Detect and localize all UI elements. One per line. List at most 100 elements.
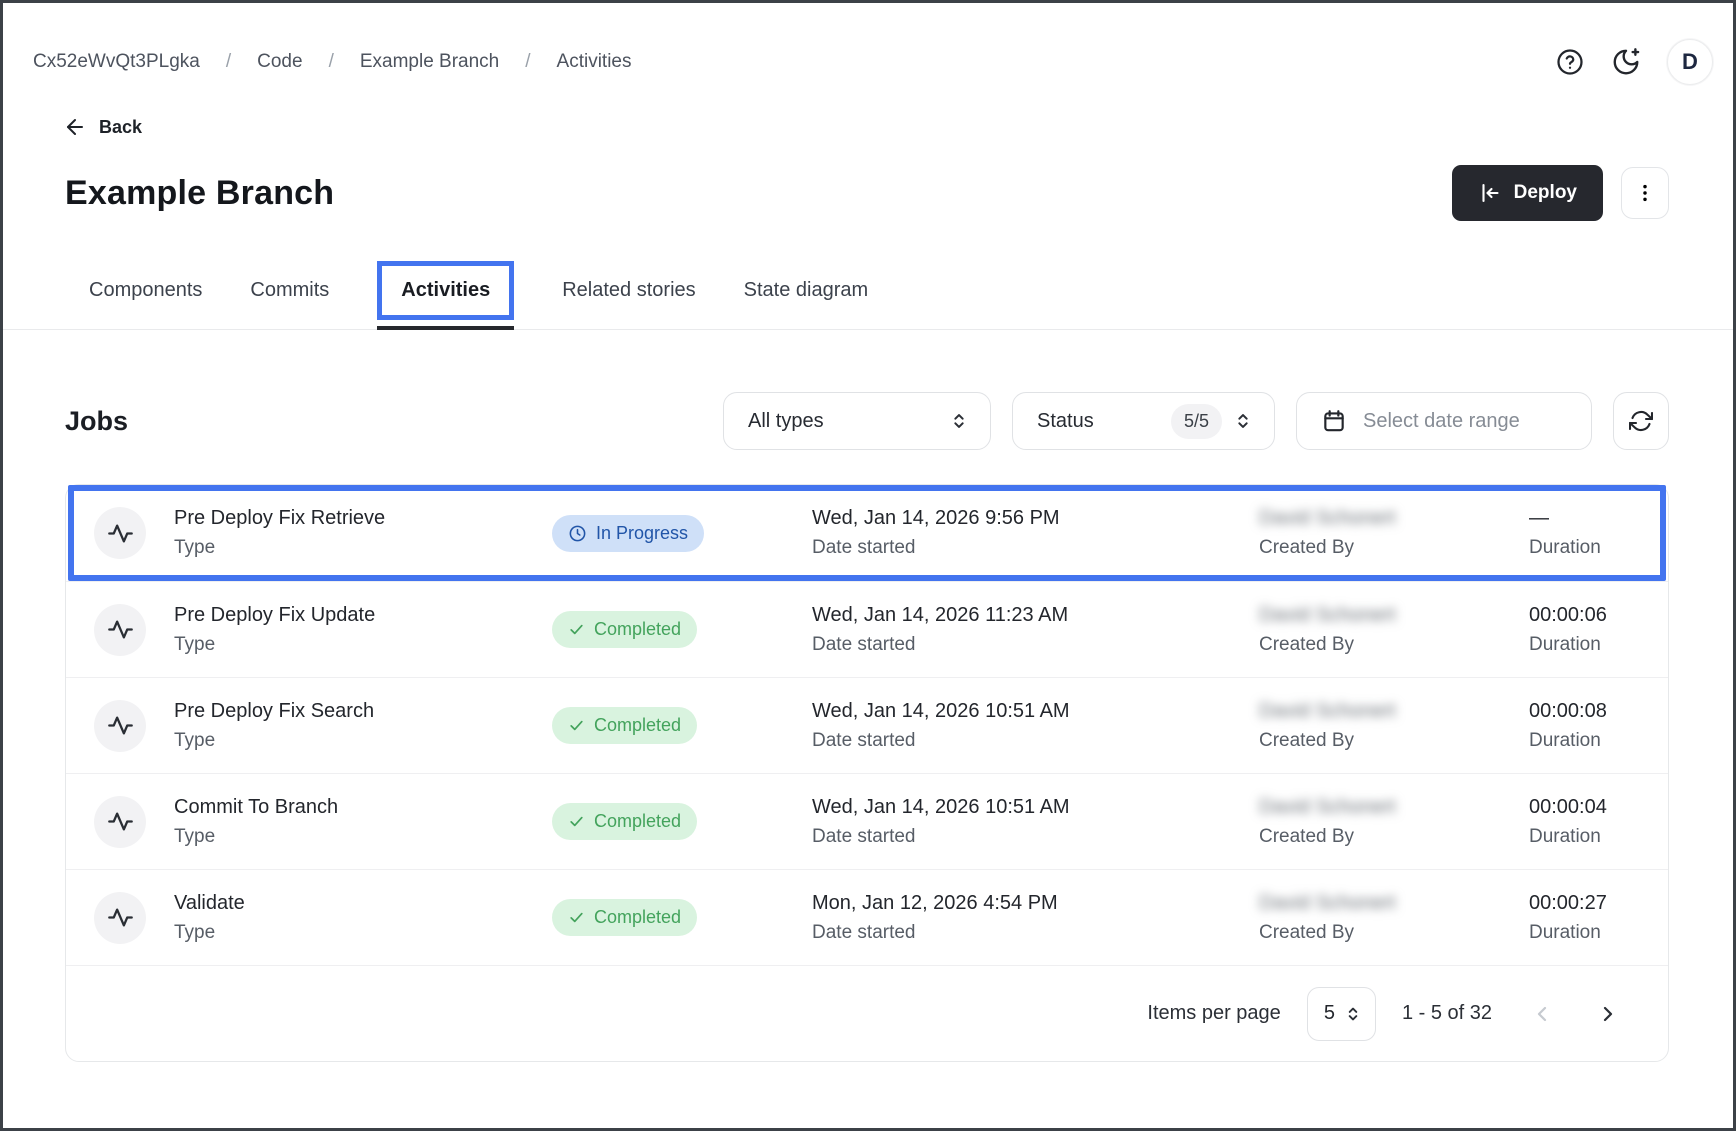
title-row: Example Branch Deploy [65,165,1669,221]
tab-commits[interactable]: Commits [250,251,329,329]
job-name: Pre Deploy Fix Update [174,604,552,627]
status-text: In Progress [596,523,688,544]
status-filter-select[interactable]: Status 5/5 [1012,392,1275,450]
created-by-value-blurred: David Schonert [1259,700,1529,723]
status-badge: In Progress [552,515,704,552]
status-badge: Completed [552,707,697,744]
activity-icon [94,700,146,752]
job-name-cell: Validate Type [174,892,552,944]
job-date-cell: Wed, Jan 14, 2026 9:56 PM Date started [812,507,1259,559]
job-creator-cell: David Schonert Created By [1259,604,1529,656]
duration-label: Duration [1529,922,1640,944]
job-duration-cell: 00:00:08 Duration [1529,700,1640,752]
tab-components[interactable]: Components [89,251,202,329]
job-row-commit-to-branch[interactable]: Commit To Branch Type Completed Wed, Jan… [66,773,1668,869]
date-range-placeholder: Select date range [1363,410,1571,433]
job-name-cell: Pre Deploy Fix Update Type [174,604,552,656]
job-row-pre-deploy-fix-retrieve[interactable]: Pre Deploy Fix Retrieve Type In Progress… [66,485,1668,581]
breadcrumb-item-branch[interactable]: Example Branch [360,51,499,73]
refresh-button[interactable] [1613,392,1669,450]
job-creator-cell: David Schonert Created By [1259,507,1529,559]
job-date-cell: Wed, Jan 14, 2026 11:23 AM Date started [812,604,1259,656]
tab-related-stories[interactable]: Related stories [562,251,695,329]
created-by-value-blurred: David Schonert [1259,796,1529,819]
job-creator-cell: David Schonert Created By [1259,700,1529,752]
avatar[interactable]: D [1667,39,1713,85]
arrow-left-icon [63,115,87,139]
items-per-page-stepper[interactable]: 5 [1307,987,1376,1041]
job-status-cell: Completed [552,803,812,840]
deploy-label: Deploy [1514,182,1577,204]
duration-value: 00:00:04 [1529,796,1640,819]
chevrons-up-down-icon [948,410,970,432]
duration-value: 00:00:06 [1529,604,1640,627]
title-actions: Deploy [1452,165,1669,221]
job-creator-cell: David Schonert Created By [1259,892,1529,944]
status-badge: Completed [552,803,697,840]
breadcrumb-item-activities[interactable]: Activities [557,51,632,73]
created-by-value-blurred: David Schonert [1259,604,1529,627]
breadcrumb-item-code[interactable]: Code [257,51,302,73]
duration-label: Duration [1529,634,1640,656]
job-duration-cell: 00:00:27 Duration [1529,892,1640,944]
chevron-left-icon [1530,1002,1554,1026]
deploy-to-target-icon [1478,181,1502,205]
status-filter-label: Status [1037,410,1171,433]
date-started-value: Wed, Jan 14, 2026 9:56 PM [812,507,1259,530]
created-by-label: Created By [1259,537,1529,559]
dark-mode-toggle[interactable] [1611,47,1641,77]
deploy-button[interactable]: Deploy [1452,165,1603,221]
tab-label: Components [89,279,202,302]
refresh-icon [1629,409,1653,433]
tab-activities[interactable]: Activities [377,251,514,329]
duration-label: Duration [1529,730,1640,752]
job-type-label: Type [174,826,552,848]
job-status-cell: Completed [552,707,812,744]
job-icon-cell [94,700,174,752]
created-by-label: Created By [1259,922,1529,944]
topbar-actions: D [1555,39,1713,85]
job-type-label: Type [174,730,552,752]
activity-icon [94,892,146,944]
status-count-badge: 5/5 [1171,404,1222,439]
help-button[interactable] [1555,47,1585,77]
avatar-initial: D [1682,49,1698,75]
breadcrumb-item-org[interactable]: Cx52eWvQt3PLgka [33,51,200,73]
tab-state-diagram[interactable]: State diagram [744,251,869,329]
check-icon [568,717,585,734]
duration-label: Duration [1529,826,1640,848]
more-actions-button[interactable] [1621,167,1669,219]
created-by-value-blurred: David Schonert [1259,507,1529,530]
date-started-label: Date started [812,826,1259,848]
created-by-label: Created By [1259,730,1529,752]
back-label: Back [99,117,142,138]
jobs-heading: Jobs [65,406,128,437]
type-filter-select[interactable]: All types [723,392,991,450]
date-range-picker[interactable]: Select date range [1296,392,1592,450]
tab-label: Commits [250,279,329,302]
pagination-controls: 1 - 5 of 32 [1402,998,1624,1030]
job-creator-cell: David Schonert Created By [1259,796,1529,848]
pagination-bar: Items per page 5 1 - 5 of 32 [66,965,1668,1061]
back-button[interactable]: Back [63,115,142,139]
duration-label: Duration [1529,537,1640,559]
page-title: Example Branch [65,174,334,213]
previous-page-button[interactable] [1526,998,1558,1030]
tab-label: State diagram [744,279,869,302]
job-row-validate[interactable]: Validate Type Completed Mon, Jan 12, 202… [66,869,1668,965]
activity-icon [94,604,146,656]
created-by-label: Created By [1259,634,1529,656]
chevrons-up-down-icon [1232,410,1254,432]
tab-highlight-annotation: Activities [377,261,514,320]
job-icon-cell [94,507,174,559]
tab-bar: Components Commits Activities Related st… [3,251,1733,330]
job-status-cell: Completed [552,611,812,648]
job-row-pre-deploy-fix-search[interactable]: Pre Deploy Fix Search Type Completed Wed… [66,677,1668,773]
breadcrumb-separator: / [226,51,231,73]
type-filter-value: All types [748,410,948,433]
date-started-value: Wed, Jan 14, 2026 10:51 AM [812,796,1259,819]
next-page-button[interactable] [1592,998,1624,1030]
date-started-value: Wed, Jan 14, 2026 11:23 AM [812,604,1259,627]
job-row-pre-deploy-fix-update[interactable]: Pre Deploy Fix Update Type Completed Wed… [66,581,1668,677]
job-name-cell: Pre Deploy Fix Search Type [174,700,552,752]
